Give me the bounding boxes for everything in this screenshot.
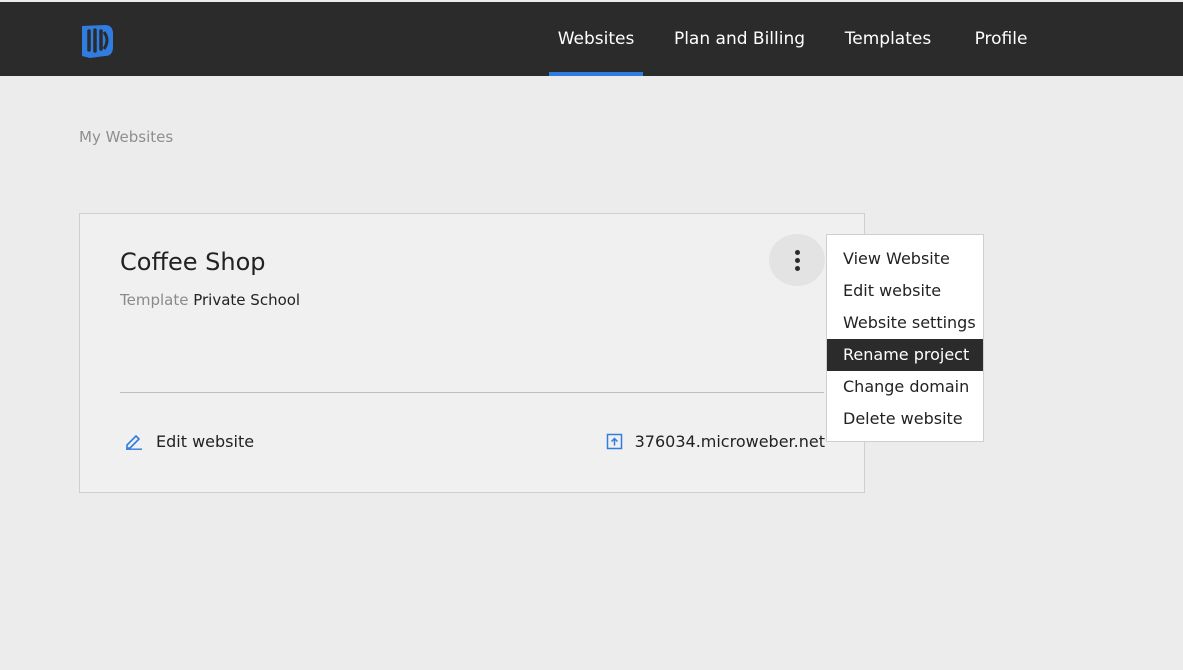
nav-profile-label: Profile [974, 29, 1028, 49]
website-options-menu: View Website Edit website Website settin… [826, 234, 984, 442]
more-vertical-icon-dot [794, 265, 800, 271]
menu-item-website-settings[interactable]: Website settings [827, 307, 983, 339]
nav-templates[interactable]: Templates [838, 2, 938, 76]
nav-profile[interactable]: Profile [967, 2, 1035, 76]
nav-websites-label: Websites [557, 29, 635, 49]
edit-website-link[interactable]: Edit website [124, 430, 254, 452]
nav-plan-and-billing[interactable]: Plan and Billing [670, 2, 809, 76]
menu-item-edit-website[interactable]: Edit website [827, 275, 983, 307]
external-link-icon [606, 433, 622, 449]
website-domain: 376034.microweber.net [634, 431, 825, 451]
pencil-icon [126, 435, 142, 450]
nav-templates-label: Templates [844, 29, 932, 49]
menu-item-delete-website[interactable]: Delete website [827, 403, 983, 435]
more-vertical-icon [794, 249, 800, 255]
more-vertical-icon-dot [794, 257, 800, 263]
template-info: Template Private School [120, 291, 300, 309]
template-label: Template [120, 291, 189, 309]
page-heading: My Websites [79, 128, 174, 146]
nav-plan-and-billing-label: Plan and Billing [673, 29, 806, 49]
menu-item-change-domain[interactable]: Change domain [827, 371, 983, 403]
menu-item-rename-project[interactable]: Rename project [827, 339, 983, 371]
menu-item-view-website[interactable]: View Website [827, 243, 983, 275]
website-card: Coffee Shop Template Private School Edit… [79, 213, 865, 493]
template-name: Private School [193, 291, 301, 309]
top-navigation-bar: Websites Plan and Billing Templates Prof… [0, 2, 1183, 76]
nav-websites[interactable]: Websites [549, 2, 643, 76]
microweber-logo-icon[interactable] [79, 22, 115, 58]
more-options-button[interactable] [769, 234, 825, 286]
website-title: Coffee Shop [120, 248, 266, 276]
card-divider [120, 392, 824, 393]
website-domain-link[interactable]: 376034.microweber.net [606, 430, 825, 452]
edit-website-label: Edit website [156, 431, 255, 451]
